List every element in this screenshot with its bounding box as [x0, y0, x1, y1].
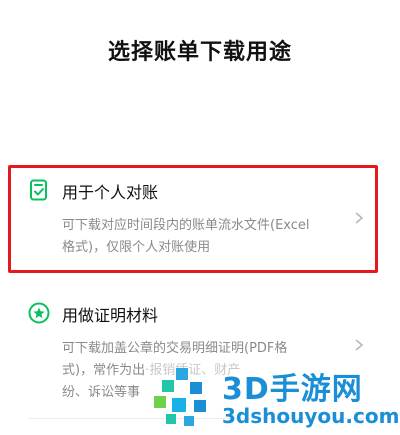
chevron-right-icon — [355, 339, 364, 351]
selection-highlight-frame — [8, 165, 378, 273]
watermark: 3D手游网 3dshouyou.com — [150, 360, 400, 435]
watermark-url: 3dshouyou.com — [222, 404, 400, 428]
star-badge-icon — [28, 302, 50, 324]
watermark-logo-icon — [154, 368, 206, 426]
option-title: 用做证明材料 — [62, 306, 159, 325]
watermark-brand: 3D手游网 — [222, 372, 363, 407]
page-title: 选择账单下载用途 — [107, 40, 292, 65]
